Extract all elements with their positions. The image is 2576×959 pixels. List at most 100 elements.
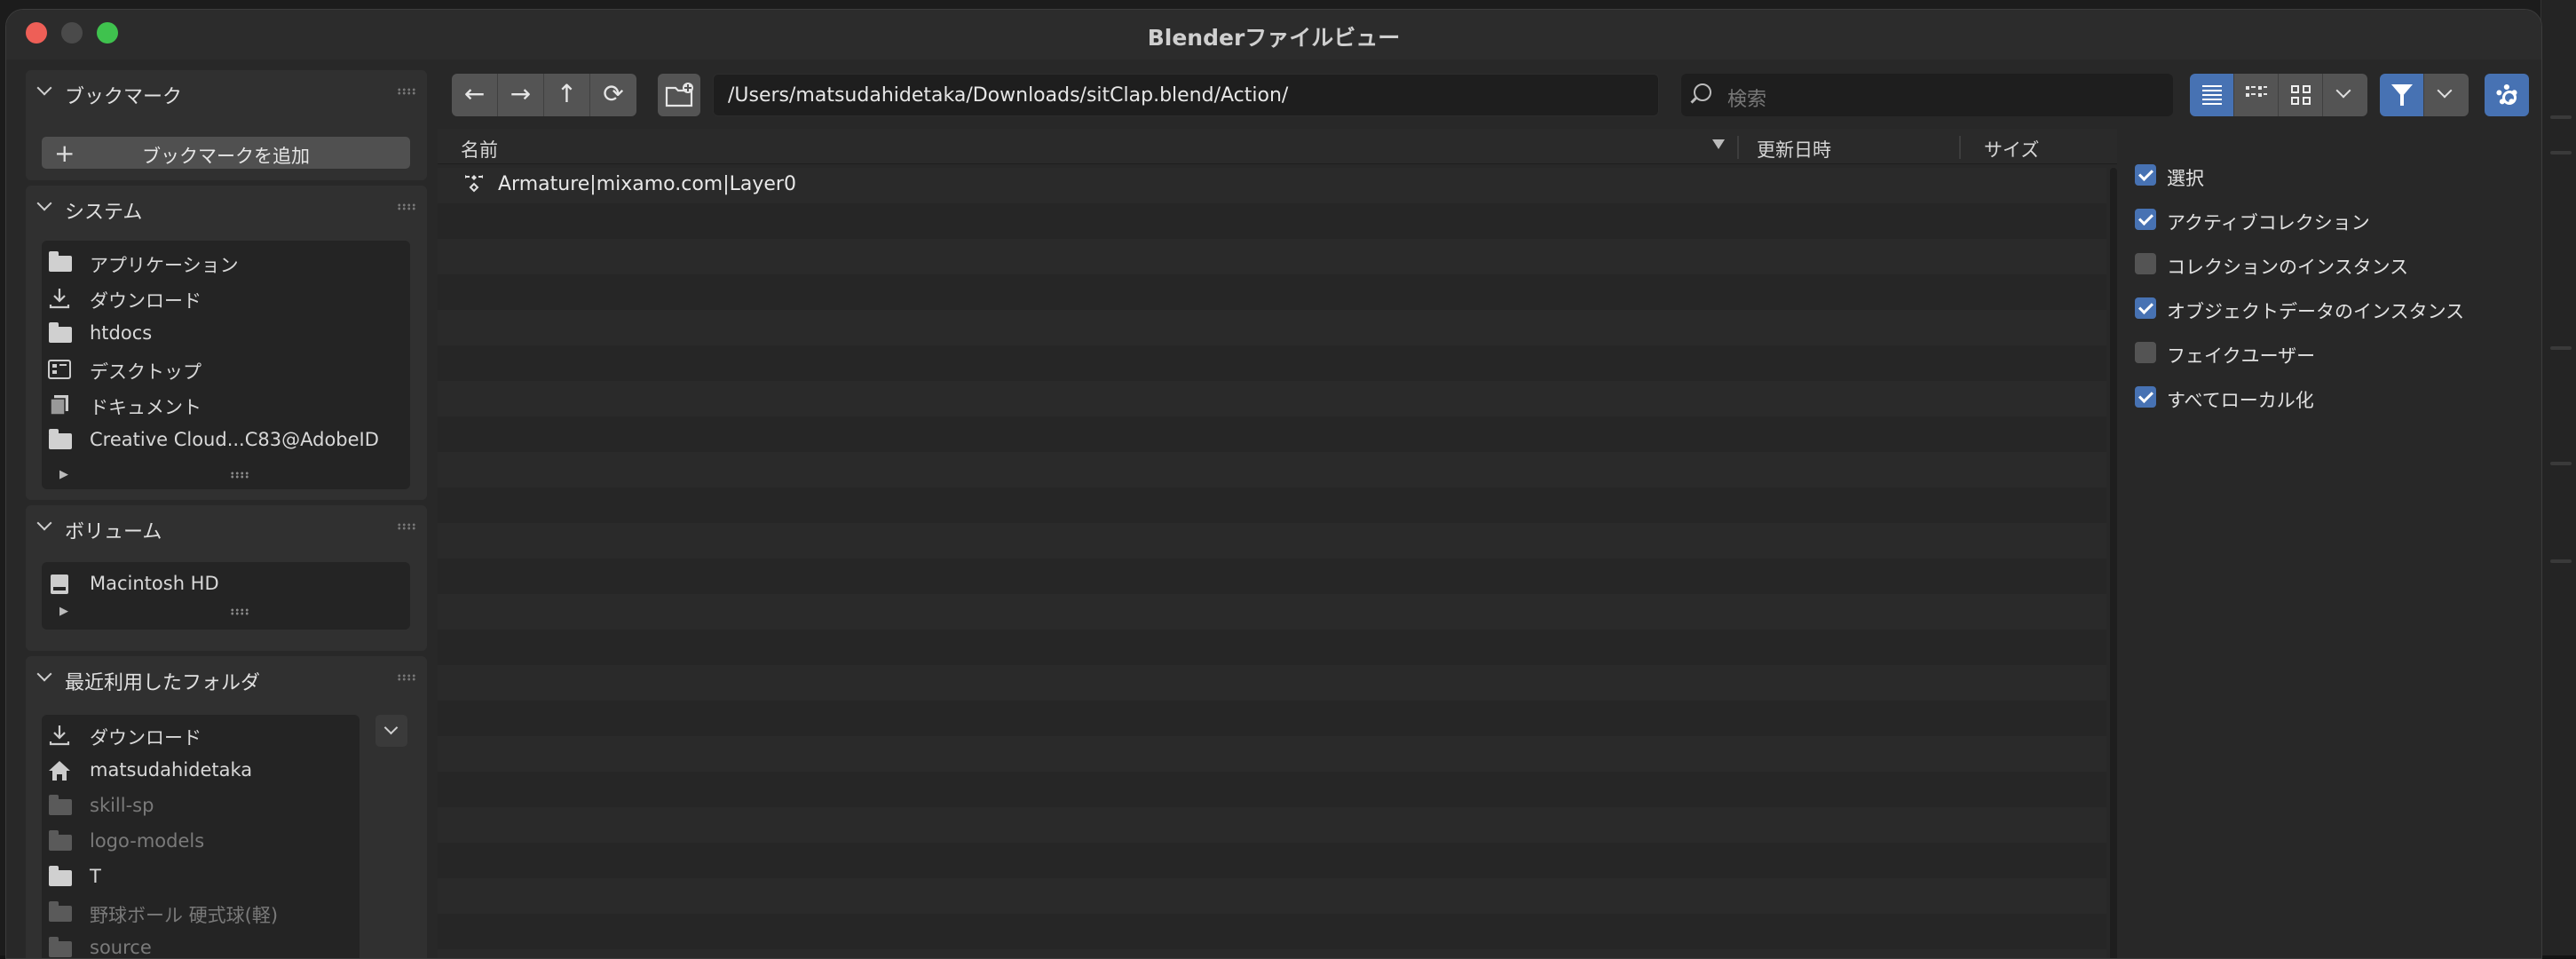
new-folder-button[interactable] (658, 74, 700, 116)
drag-handle-icon[interactable] (397, 88, 416, 95)
column-size[interactable]: サイズ (1984, 136, 2039, 162)
display-mode-group (2190, 74, 2367, 116)
settings-button[interactable] (2485, 74, 2529, 116)
folder-icon (47, 866, 72, 887)
drag-handle-icon[interactable] (397, 203, 416, 210)
sort-descending-icon[interactable] (1712, 139, 1725, 149)
recent-item-label: 野球ボール 硬式球(軽) (90, 905, 279, 926)
directory-path-field[interactable]: /Users/matsudahidetaka/Downloads/sitClap… (713, 74, 1659, 116)
system-header[interactable]: システム (26, 186, 427, 228)
recent-item-t[interactable]: T (43, 860, 399, 892)
download-icon (47, 724, 72, 746)
column-modified[interactable]: 更新日時 (1757, 136, 1831, 162)
folder-icon (47, 251, 72, 273)
documents-icon (47, 393, 72, 416)
recent-item-downloads[interactable]: ダウンロード (43, 718, 399, 750)
chevron-down-icon (36, 81, 54, 99)
refresh-button[interactable]: ⟳ (590, 74, 636, 116)
import-options-panel: 選択 アクティブコレクション コレクションのインスタンス オブジェクトデータのイ… (2121, 143, 2538, 498)
download-icon (47, 287, 72, 309)
list-view-icon (2202, 85, 2222, 105)
option-active-collection[interactable]: アクティブコレクション (2135, 202, 2525, 237)
resize-handle-icon[interactable] (230, 472, 249, 479)
volumes-panel: ボリューム Macintosh HD ▶ (26, 505, 427, 651)
recent-item-skill-sp[interactable]: skill-sp (43, 789, 399, 821)
sidebar-item-documents[interactable]: ドキュメント (43, 388, 399, 420)
new-folder-icon (658, 74, 700, 116)
thumbnail-grid-icon (2291, 85, 2311, 105)
scrollbar[interactable] (2110, 168, 2117, 958)
file-row[interactable]: Armature|mixamo.com|Layer0 (438, 168, 2106, 203)
sidebar-item-label: Creative Cloud...C83@AdobeID (90, 429, 379, 450)
checkbox[interactable] (2135, 342, 2156, 363)
sidebar-item-htdocs[interactable]: htdocs (43, 317, 399, 349)
option-make-local[interactable]: すべてローカル化 (2135, 379, 2525, 415)
file-name: Armature|mixamo.com|Layer0 (498, 173, 796, 195)
search-placeholder: 検索 (1727, 89, 1767, 111)
volumes-title: ボリューム (65, 521, 162, 543)
drag-handle-icon[interactable] (397, 523, 416, 530)
column-separator[interactable] (1737, 136, 1739, 159)
volumes-header[interactable]: ボリューム (26, 505, 427, 548)
expand-list-icon[interactable]: ▶ (59, 468, 68, 481)
recent-item-baseball[interactable]: 野球ボール 硬式球(軽) (43, 896, 399, 928)
expand-list-icon[interactable]: ▶ (59, 605, 68, 618)
parent-directory-button[interactable]: ↑ (544, 74, 590, 116)
column-header: 名前 更新日時 サイズ (438, 129, 2117, 164)
search-input[interactable]: 検索 (1681, 74, 2173, 116)
recent-panel: 最近利用したフォルダ ダウンロード matsudahidetaka skill-… (26, 656, 427, 958)
bookmarks-title: ブックマーク (65, 86, 183, 108)
sidebar-item-applications[interactable]: アプリケーション (43, 246, 399, 278)
option-selection[interactable]: 選択 (2135, 157, 2525, 193)
file-rows: Armature|mixamo.com|Layer0 (438, 168, 2106, 958)
option-instance-collections[interactable]: コレクションのインスタンス (2135, 246, 2525, 281)
forward-button[interactable]: → (498, 74, 544, 116)
column-separator[interactable] (1959, 136, 1961, 159)
directory-path-value: /Users/matsudahidetaka/Downloads/sitClap… (728, 84, 1289, 107)
drag-handle-icon[interactable] (397, 674, 416, 681)
recent-item-source[interactable]: source (43, 931, 399, 958)
sidebar-item-desktop[interactable]: デスクトップ (43, 353, 399, 384)
option-instance-object-data[interactable]: オブジェクトデータのインスタンス (2135, 290, 2525, 326)
recent-item-logo-models[interactable]: logo-models (43, 825, 399, 857)
chevron-down-icon (36, 196, 54, 214)
chevron-down-icon (36, 516, 54, 534)
home-icon (47, 759, 72, 781)
option-fake-user[interactable]: フェイクユーザー (2135, 335, 2525, 370)
bookmarks-header[interactable]: ブックマーク (26, 70, 427, 113)
filter-settings-dropdown[interactable] (2424, 74, 2469, 116)
sidebar-item-downloads[interactable]: ダウンロード (43, 281, 399, 313)
option-label: フェイクユーザー (2167, 345, 2316, 367)
checkbox[interactable] (2135, 253, 2156, 274)
back-button[interactable]: ← (452, 74, 498, 116)
thumbnail-view-button[interactable] (2279, 74, 2323, 116)
folder-icon (47, 830, 72, 852)
vertical-list-view-button[interactable] (2190, 74, 2234, 116)
window-title: Blenderファイルビュー (1147, 25, 1401, 51)
checkbox[interactable] (2135, 386, 2156, 408)
checkbox[interactable] (2135, 297, 2156, 319)
sidebar-item-macintosh-hd[interactable]: Macintosh HD (43, 567, 399, 599)
titlebar: Blenderファイルビュー (6, 10, 2541, 59)
add-bookmark-button[interactable]: + ブックマークを追加 (42, 137, 410, 169)
display-settings-dropdown[interactable] (2323, 74, 2367, 116)
sidebar-item-label: ドキュメント (90, 397, 201, 418)
file-browser-window: Blenderファイルビュー ブックマーク + ブックマークを追加 システム ア… (5, 9, 2542, 959)
checkbox[interactable] (2135, 164, 2156, 186)
sidebar-item-creative-cloud[interactable]: Creative Cloud...C83@AdobeID (43, 424, 399, 456)
sidebar-item-label: ダウンロード (90, 290, 201, 312)
recent-header[interactable]: 最近利用したフォルダ (26, 656, 427, 699)
horizontal-list-view-button[interactable] (2234, 74, 2279, 116)
resize-handle-icon[interactable] (230, 608, 249, 615)
chevron-down-icon (36, 667, 54, 685)
gear-icon (2496, 84, 2517, 106)
checkbox[interactable] (2135, 209, 2156, 230)
option-label: すべてローカル化 (2167, 390, 2314, 411)
sidebar-item-label: Macintosh HD (90, 573, 219, 594)
search-icon (1694, 83, 1711, 101)
add-bookmark-label: ブックマークを追加 (142, 146, 310, 167)
filter-toggle-button[interactable] (2380, 74, 2424, 116)
desktop-icon (47, 358, 72, 379)
recent-item-home[interactable]: matsudahidetaka (43, 754, 399, 786)
column-name[interactable]: 名前 (461, 136, 498, 162)
